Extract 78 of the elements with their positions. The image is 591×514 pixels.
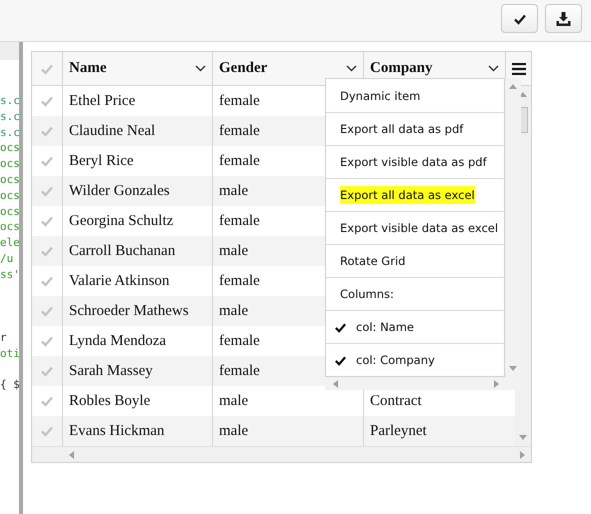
code-line: s.c	[0, 108, 19, 125]
table-cell: Lynda Mendoza	[69, 332, 166, 350]
menu-item[interactable]: Export all data as pdf	[326, 112, 504, 145]
dropdown-caret-icon[interactable]	[195, 65, 206, 72]
column-header[interactable]: Name	[63, 52, 213, 85]
code-line: r	[0, 330, 8, 346]
scroll-right-icon[interactable]	[494, 380, 499, 388]
code-line: { $	[0, 377, 19, 394]
table-cell: Contract	[370, 392, 422, 410]
table-cell: male	[219, 182, 248, 200]
dropdown-caret-icon[interactable]	[346, 65, 357, 72]
menu-item[interactable]: Rotate Grid	[326, 244, 504, 277]
table-cell: Ethel Price	[69, 92, 136, 110]
table-cell: female	[219, 122, 260, 140]
code-line: s.c	[0, 93, 19, 109]
table-cell: male	[219, 302, 248, 320]
table-cell: Parleynet	[370, 422, 427, 440]
row-check-icon	[40, 304, 54, 318]
menu-item[interactable]: col: Company	[326, 343, 504, 376]
row-check-icon	[40, 394, 54, 408]
table-cell: male	[219, 422, 248, 440]
table-cell: Valarie Atkinson	[69, 272, 170, 290]
code-line: ocs	[0, 156, 19, 172]
menu-item[interactable]: Export visible data as pdf	[326, 145, 504, 178]
menu-item[interactable]: Export visible data as excel	[326, 211, 504, 244]
table-cell: Carroll Buchanan	[69, 242, 176, 260]
table-cell: female	[219, 272, 260, 290]
table-cell: Claudine Neal	[69, 122, 156, 140]
table-cell: female	[219, 362, 260, 380]
code-line: ocs	[0, 204, 19, 220]
row-check-icon	[40, 124, 54, 138]
row-check-icon	[40, 274, 54, 288]
table-cell: Robles Boyle	[69, 392, 150, 410]
row-check-icon	[40, 94, 54, 108]
table-cell: female	[219, 92, 260, 110]
row-check-icon	[40, 154, 54, 168]
row-check-icon	[40, 184, 54, 198]
menu-icon[interactable]	[512, 62, 526, 74]
row-check-icon	[40, 214, 54, 228]
row-check-icon	[40, 334, 54, 348]
checkmark-icon	[334, 320, 347, 334]
scroll-left-icon[interactable]	[333, 380, 338, 388]
scroll-right-icon[interactable]	[520, 450, 525, 458]
row-check-icon	[40, 364, 54, 378]
scroll-down-icon[interactable]	[519, 435, 527, 440]
confirm-button[interactable]	[501, 4, 538, 33]
table-cell: male	[219, 392, 248, 410]
code-line: ss'	[0, 266, 19, 283]
download-icon	[556, 12, 571, 26]
menu-heading: Columns:	[326, 277, 504, 310]
download-button[interactable]	[545, 4, 582, 33]
table-cell: female	[219, 152, 260, 170]
code-line: /u	[0, 250, 14, 267]
code-line: s.c	[0, 124, 19, 140]
table-cell: male	[219, 242, 248, 260]
scroll-down-icon[interactable]	[509, 366, 518, 371]
horizontal-scrollbar[interactable]	[32, 446, 531, 462]
scroll-left-icon[interactable]	[69, 450, 74, 458]
code-line: ocs	[0, 219, 19, 236]
row-check-icon	[40, 424, 54, 438]
table-cell: Sarah Massey	[69, 362, 153, 380]
table-cell: Beryl Rice	[69, 152, 134, 170]
table-cell: Schroeder Mathews	[69, 302, 189, 320]
code-line: oti	[0, 346, 19, 362]
code-line: ocs	[0, 172, 19, 188]
table-cell: female	[219, 332, 260, 350]
menu-item[interactable]: Export all data as excel	[326, 178, 504, 211]
dropdown-caret-icon[interactable]	[488, 65, 499, 72]
code-line: ele	[0, 235, 19, 251]
table-cell: female	[219, 212, 260, 230]
table-cell: Wilder Gonzales	[69, 182, 170, 200]
code-line: ocs	[0, 140, 19, 156]
table-cell: Evans Hickman	[69, 422, 164, 440]
code-line: ocs	[0, 188, 19, 204]
row-check-icon	[40, 244, 54, 258]
menu-item[interactable]: col: Name	[326, 310, 504, 343]
table-cell: Georgina Schultz	[69, 212, 174, 230]
checkmark-icon	[334, 354, 347, 366]
